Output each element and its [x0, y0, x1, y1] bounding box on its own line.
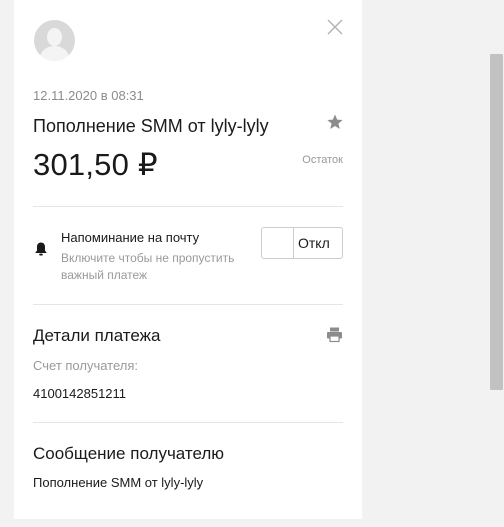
favorite-button[interactable] [326, 113, 344, 131]
print-button[interactable] [326, 326, 343, 343]
star-icon [327, 114, 343, 129]
printer-icon [327, 327, 342, 343]
payment-title: Пополнение SMM от lyly-lyly [33, 116, 269, 136]
close-icon [327, 19, 343, 35]
recipient-account-value: 4100142851211 [33, 386, 127, 401]
message-text: Пополнение SMM от lyly-lyly [33, 475, 204, 490]
payment-amount: 301,50 ₽ [33, 147, 158, 182]
divider [33, 422, 343, 423]
remainder-label: Остаток [302, 154, 343, 166]
close-button[interactable] [326, 18, 344, 36]
payment-date: 12.11.2020 в 08:31 [33, 88, 144, 103]
divider [33, 304, 343, 305]
avatar-icon [34, 20, 75, 61]
recipient-account-label: Счет получателя: [33, 358, 139, 373]
bell-icon [34, 241, 48, 257]
reminder-title: Напоминание на почту [61, 230, 200, 245]
toggle-label: Откл [298, 235, 330, 251]
email-reminder-toggle[interactable]: Откл [261, 227, 343, 259]
toggle-knob [262, 228, 294, 258]
scrollbar-thumb[interactable] [490, 54, 503, 390]
payment-details-panel: 12.11.2020 в 08:31 Пополнение SMM от lyl… [14, 0, 362, 519]
message-title: Сообщение получателю [33, 444, 225, 463]
reminder-hint: Включите чтобы не пропустить важный плат… [61, 251, 235, 282]
avatar-head [47, 28, 62, 46]
avatar-body [40, 46, 69, 61]
divider [33, 206, 343, 207]
details-title: Детали платежа [33, 326, 161, 345]
